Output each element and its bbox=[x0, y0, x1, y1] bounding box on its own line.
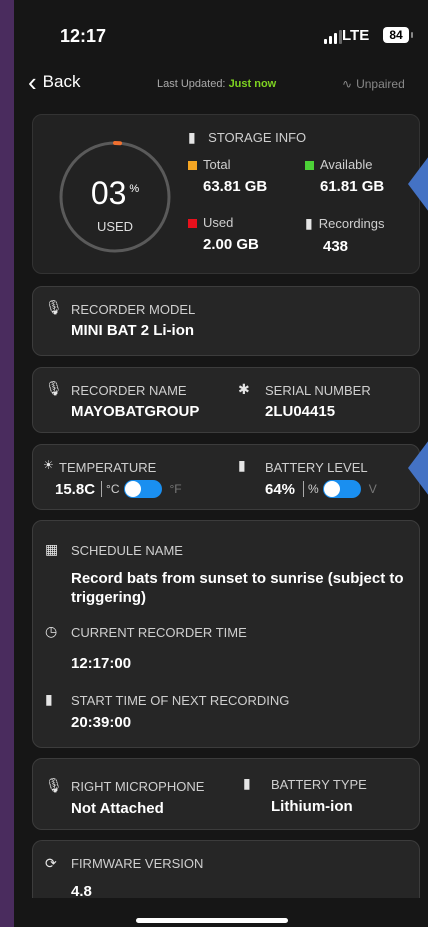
pair-status-label: Unpaired bbox=[356, 77, 405, 91]
temperature-row: 15.8C °C °F bbox=[55, 480, 182, 498]
temperature-label: TEMPERATURE bbox=[59, 460, 157, 475]
unlink-icon: ∿ bbox=[342, 77, 353, 91]
battery-level-label: BATTERY LEVEL bbox=[265, 460, 368, 475]
used-percent: 03% bbox=[90, 175, 140, 211]
sunset-icon: ☀ bbox=[43, 458, 54, 472]
current-time-label: CURRENT RECORDER TIME bbox=[71, 625, 247, 640]
percent-label: % bbox=[308, 482, 319, 496]
clock-icon: ◷ bbox=[45, 623, 58, 639]
microphone-card: 🎙 RIGHT MICROPHONE Not Attached ▮ BATTER… bbox=[32, 758, 420, 830]
microphone-icon: 🎙 bbox=[45, 380, 63, 396]
battery-level-row: 64% % V bbox=[265, 480, 377, 498]
last-updated-value: Just now bbox=[228, 78, 277, 90]
available-value: 61.81 GB bbox=[320, 178, 385, 195]
battery-unit-toggle[interactable] bbox=[322, 480, 361, 498]
available-swatch bbox=[305, 161, 314, 171]
battery-level-value: 64% bbox=[265, 480, 296, 498]
microphone-label: RIGHT MICROPHONE bbox=[71, 779, 205, 794]
microphone-icon: 🎙 bbox=[45, 299, 63, 315]
celsius-label: °C bbox=[106, 482, 120, 496]
battery-type-value: Lithium-ion bbox=[271, 798, 353, 815]
fahrenheit-label: °F bbox=[169, 482, 182, 496]
microphone-icon: 🎙 bbox=[45, 777, 63, 793]
calendar-icon: ▦ bbox=[45, 541, 59, 557]
recorder-model-value: MINI BAT 2 Li-ion bbox=[71, 322, 195, 339]
storage-card: 03% USED ▮ STORAGE INFO Total 63.81 GB A… bbox=[32, 114, 420, 274]
temperature-unit-toggle[interactable] bbox=[123, 480, 162, 498]
recordings-value: 438 bbox=[323, 238, 349, 255]
schedule-name-label: SCHEDULE NAME bbox=[71, 543, 183, 558]
chevron-left-icon: ‹ bbox=[28, 67, 37, 97]
back-label: Back bbox=[42, 72, 81, 91]
recorder-name-value: MAYOBATGROUP bbox=[71, 403, 200, 420]
volts-label: V bbox=[368, 482, 377, 496]
status-bar: 12:17 LTE 84 bbox=[14, 0, 428, 66]
serial-number-label: SERIAL NUMBER bbox=[265, 383, 371, 398]
recorder-name-card: 🎙 RECORDER NAME MAYOBATGROUP ✱ SERIAL NU… bbox=[32, 367, 420, 433]
storage-title: ▮ STORAGE INFO bbox=[188, 129, 307, 145]
used-caption: USED bbox=[96, 219, 134, 234]
file-clock-icon: ▮ bbox=[45, 691, 53, 707]
firmware-label: FIRMWARE VERSION bbox=[71, 856, 204, 871]
battery-icon: 84 bbox=[383, 27, 413, 43]
last-updated: Last Updated: Just now bbox=[157, 78, 276, 90]
home-indicator[interactable] bbox=[136, 918, 288, 923]
status-time: 12:17 bbox=[60, 26, 107, 46]
serial-number-value: 2LU04415 bbox=[265, 403, 336, 420]
used-swatch bbox=[188, 219, 197, 229]
sd-card-icon: ▮ bbox=[188, 129, 196, 145]
temperature-battery-card: ☀ TEMPERATURE 15.8C °C °F ▮ BATTERY LEVE… bbox=[32, 444, 420, 510]
network-type: LTE bbox=[342, 27, 370, 44]
signal-icon bbox=[324, 30, 342, 44]
recordings-block: ▮ Recordings 438 bbox=[305, 215, 385, 255]
refresh-icon: ⟳ bbox=[45, 855, 57, 871]
temperature-value: 15.8C bbox=[55, 480, 96, 498]
usage-ring: 03% USED bbox=[55, 137, 175, 257]
current-time-value: 12:17:00 bbox=[71, 655, 132, 672]
back-button[interactable]: ‹ Back bbox=[28, 67, 81, 97]
schedule-card: ▦ SCHEDULE NAME Record bats from sunset … bbox=[32, 520, 420, 748]
microphone-value: Not Attached bbox=[71, 800, 164, 817]
last-updated-label: Last Updated: bbox=[157, 78, 226, 90]
battery-charge-icon: ▮ bbox=[238, 457, 246, 473]
app-screen: 12:17 LTE 84 ‹ Back Last Updated: Just n… bbox=[14, 0, 428, 927]
callout-arrow bbox=[408, 420, 428, 516]
battery-type-label: BATTERY TYPE bbox=[271, 777, 367, 792]
file-icon: ▮ bbox=[305, 215, 313, 231]
gear-icon: ✱ bbox=[238, 381, 250, 397]
used-block: Used 2.00 GB bbox=[188, 215, 259, 253]
total-swatch bbox=[188, 161, 197, 171]
total-value: 63.81 GB bbox=[203, 178, 268, 195]
callout-arrow bbox=[408, 136, 428, 232]
recorder-model-card: 🎙 RECORDER MODEL MINI BAT 2 Li-ion bbox=[32, 286, 420, 356]
next-recording-value: 20:39:00 bbox=[71, 714, 132, 731]
recorder-model-label: RECORDER MODEL bbox=[71, 302, 196, 317]
next-recording-label: START TIME OF NEXT RECORDING bbox=[71, 693, 290, 708]
pair-status[interactable]: ∿ Unpaired bbox=[342, 77, 405, 91]
available-block: Available 61.81 GB bbox=[305, 157, 384, 195]
total-block: Total 63.81 GB bbox=[188, 157, 267, 195]
battery-charge-icon: ▮ bbox=[243, 775, 251, 791]
used-value: 2.00 GB bbox=[203, 236, 259, 253]
recorder-name-label: RECORDER NAME bbox=[71, 383, 187, 398]
top-nav: ‹ Back Last Updated: Just now ∿ Unpaired bbox=[14, 66, 428, 102]
schedule-name-value: Record bats from sunset to sunrise (subj… bbox=[71, 570, 404, 606]
